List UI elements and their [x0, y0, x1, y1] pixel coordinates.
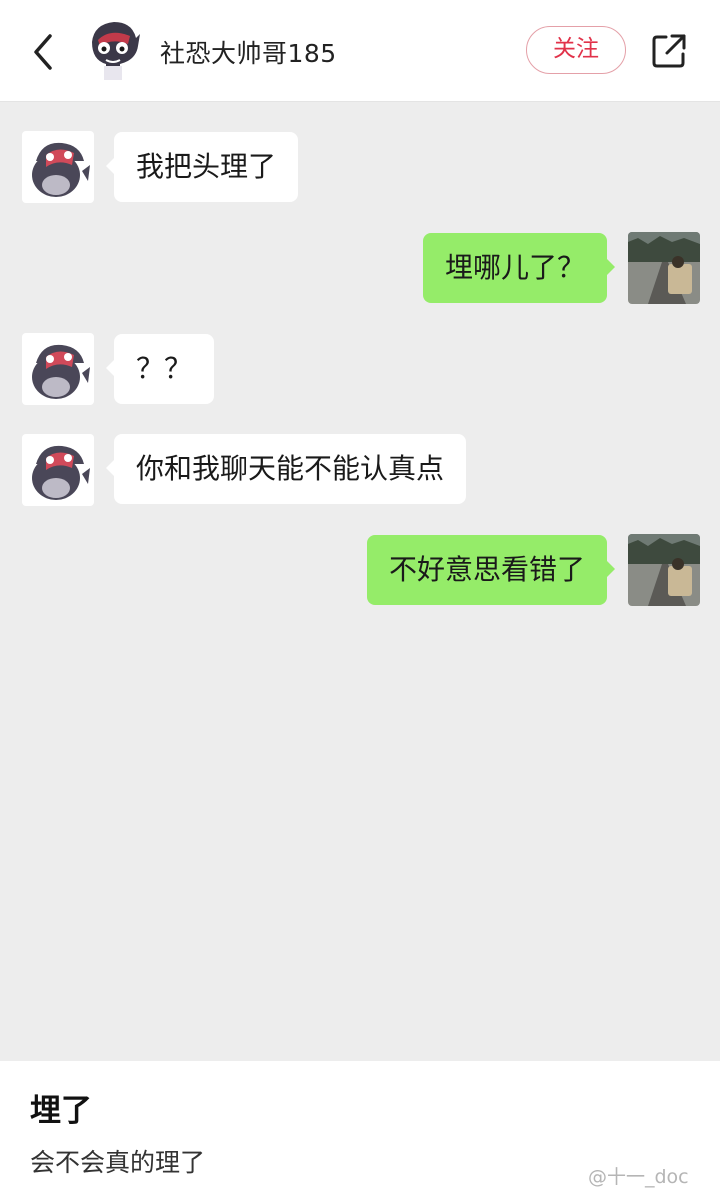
contact-name: 社恐大帅哥185	[160, 39, 337, 68]
caption-body: 会不会真的理了	[30, 1148, 206, 1177]
message-bubble-outgoing[interactable]: 不好意思看错了	[366, 535, 616, 605]
chat-area[interactable]: 我把头理了 埋哪儿了？ ？？ 你和我聊天能不能认真点 不好意思看错了	[0, 103, 720, 1060]
watermark: @十一_doc	[588, 1166, 689, 1188]
chevron-left-icon	[34, 34, 52, 70]
message-bubble-incoming[interactable]: 你和我聊天能不能认真点	[105, 434, 467, 504]
message-bubble-outgoing[interactable]: 埋哪儿了？	[422, 233, 616, 303]
contact-avatar[interactable]	[22, 131, 94, 203]
share-external-icon	[652, 34, 686, 68]
back-button[interactable]	[24, 30, 64, 74]
contact-avatar[interactable]	[80, 16, 144, 84]
caption-title: 埋了	[30, 1093, 92, 1129]
my-avatar[interactable]	[628, 232, 700, 304]
chat-header: 社恐大帅哥185 关注	[0, 0, 720, 102]
share-button[interactable]	[650, 32, 688, 70]
message-bubble-incoming[interactable]: ？？	[105, 334, 215, 404]
my-avatar[interactable]	[628, 534, 700, 606]
message-bubble-incoming[interactable]: 我把头理了	[105, 132, 299, 202]
contact-avatar[interactable]	[22, 333, 94, 405]
contact-avatar[interactable]	[22, 434, 94, 506]
follow-button[interactable]: 关注	[526, 26, 626, 74]
